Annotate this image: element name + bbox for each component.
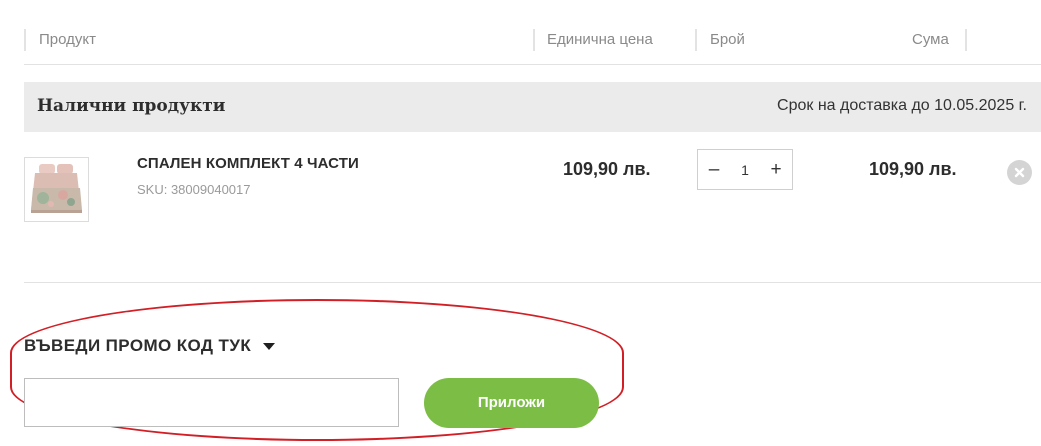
header-unit-price: Единична цена xyxy=(547,31,653,48)
bedding-set-photo xyxy=(25,158,88,221)
caret-down-icon xyxy=(263,342,276,350)
promo-toggle-label: ВЪВЕДИ ПРОМО КОД ТУК xyxy=(24,336,252,355)
close-icon xyxy=(1014,167,1025,178)
header-sum: Сума xyxy=(912,31,949,48)
increase-quantity-button[interactable]: + xyxy=(760,150,792,189)
quantity-input[interactable] xyxy=(730,150,760,189)
unit-price: 109,90 лв. xyxy=(563,159,651,179)
promo-toggle[interactable]: ВЪВЕДИ ПРОМО КОД ТУК xyxy=(24,336,276,356)
delivery-date: Срок на доставка до 10.05.2025 г. xyxy=(777,97,1027,114)
remove-item-button[interactable] xyxy=(1007,160,1032,185)
quantity-stepper: – + xyxy=(697,149,793,190)
availability-bar: Налични продукти Срок на доставка до 10.… xyxy=(24,82,1041,132)
header-product: Продукт xyxy=(39,31,96,48)
product-sku: SKU: 38009040017 xyxy=(137,182,251,197)
cart-page: Продукт Единична цена Брой Сума Налични … xyxy=(0,0,1041,446)
availability-title: Налични продукти xyxy=(37,96,226,116)
header-divider xyxy=(695,29,697,51)
header-divider xyxy=(24,29,26,51)
header-quantity: Брой xyxy=(710,31,745,48)
line-total: 109,90 лв. xyxy=(869,159,957,179)
header-underline xyxy=(24,64,1041,65)
apply-promo-button[interactable]: Приложи xyxy=(424,378,599,428)
header-divider xyxy=(533,29,535,51)
header-divider xyxy=(965,29,967,51)
row-divider xyxy=(24,282,1041,283)
product-name[interactable]: СПАЛЕН КОМПЛЕКТ 4 ЧАСТИ xyxy=(137,155,359,172)
product-thumbnail[interactable] xyxy=(24,157,89,222)
decrease-quantity-button[interactable]: – xyxy=(698,150,730,189)
promo-code-input[interactable] xyxy=(24,378,399,427)
